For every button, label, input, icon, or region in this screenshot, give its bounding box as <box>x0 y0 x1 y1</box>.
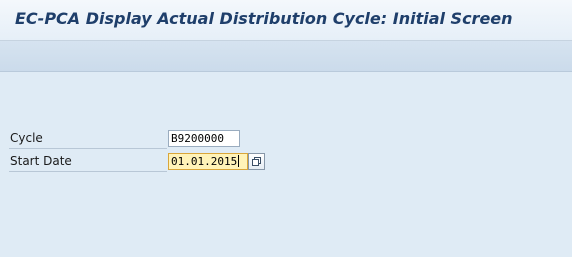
value-help-button[interactable] <box>248 153 265 170</box>
start-date-label: Start Date <box>10 154 72 168</box>
title-bar: EC-PCA Display Actual Distribution Cycle… <box>0 0 572 41</box>
cycle-value: B9200000 <box>171 132 224 145</box>
cycle-label-underline <box>9 148 167 149</box>
text-cursor <box>238 155 240 167</box>
selection-area: Cycle B9200000 Start Date 01.01.2015 <box>0 72 572 257</box>
value-help-icon <box>252 157 261 166</box>
start-date-label-underline <box>9 171 167 172</box>
page-title: EC-PCA Display Actual Distribution Cycle… <box>15 9 513 28</box>
application-toolbar <box>0 41 572 72</box>
sap-window: EC-PCA Display Actual Distribution Cycle… <box>0 0 572 257</box>
cycle-input[interactable]: B9200000 <box>168 130 240 147</box>
start-date-input[interactable]: 01.01.2015 <box>168 153 248 170</box>
start-date-value: 01.01.2015 <box>171 155 238 168</box>
cycle-label: Cycle <box>10 131 43 145</box>
